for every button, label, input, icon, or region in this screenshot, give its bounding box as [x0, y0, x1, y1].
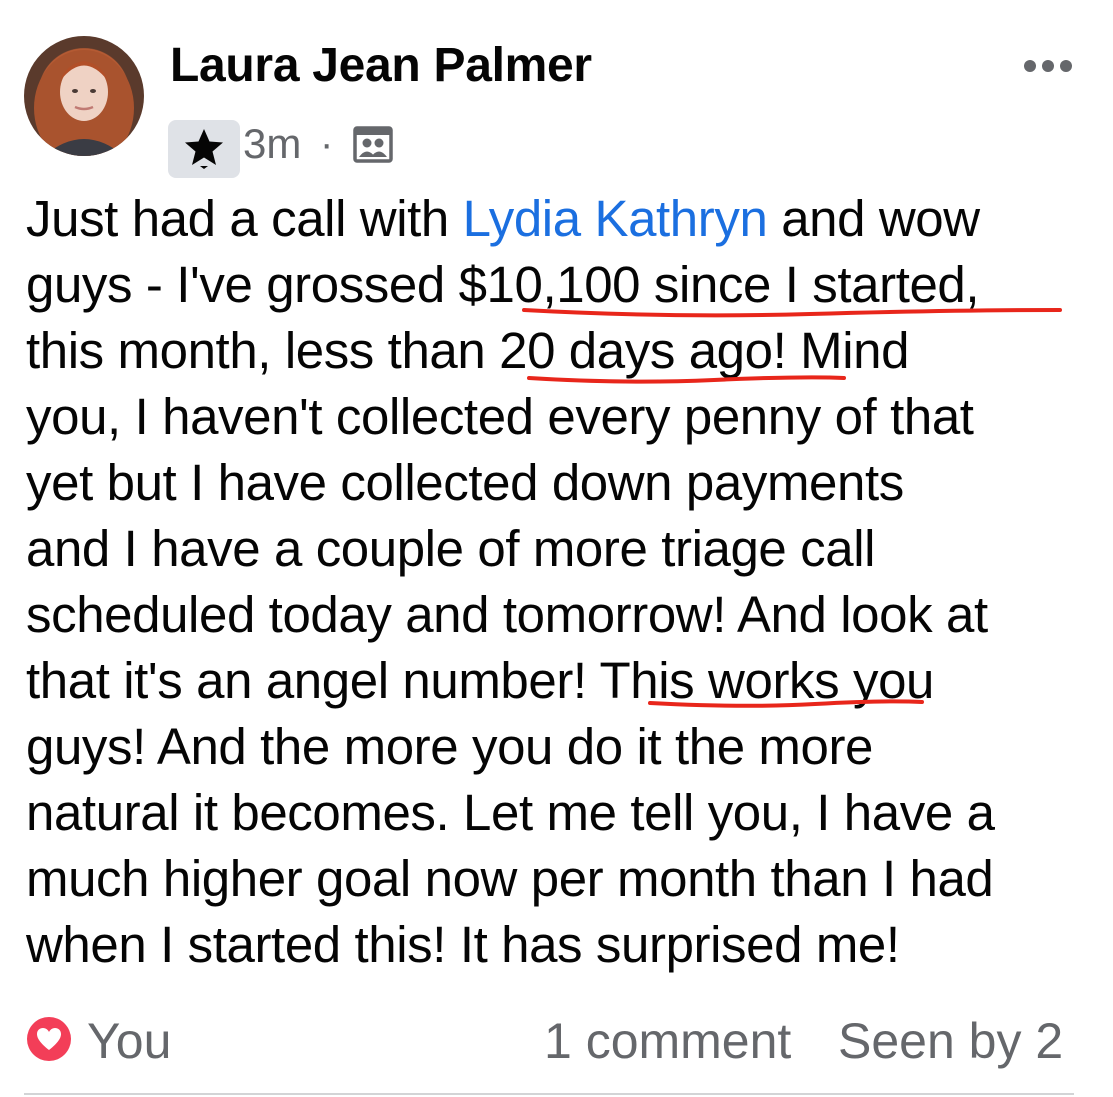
reactor-name: You — [87, 1013, 172, 1069]
post-line-7: scheduled today and tomorrow! And look a… — [26, 586, 988, 643]
post-line-2: guys - I've grossed $10,100 since I star… — [26, 256, 980, 313]
post-line-8: that it's an angel number! This works yo… — [26, 652, 935, 709]
post-line-9: guys! And the more you do it the more — [26, 718, 874, 775]
seen-by-count[interactable]: Seen by 2 — [838, 1012, 1063, 1070]
post-line-12: when I started this! It has surprised me… — [26, 916, 900, 973]
member-badge[interactable] — [168, 120, 240, 178]
post-line-3: this month, less than 20 days ago! Mind — [26, 322, 910, 379]
post-line-10: natural it becomes. Let me tell you, I h… — [26, 784, 995, 841]
post-timestamp[interactable]: 3m — [243, 120, 301, 168]
star-icon — [185, 129, 223, 169]
more-horizontal-icon[interactable] — [1022, 56, 1074, 76]
post-body: Just had a call with Lydia Kathryn and w… — [26, 186, 1091, 978]
facebook-post: Laura Jean Palmer 3m · Just had a call w… — [0, 0, 1113, 1097]
post-line-1: Just had a call with Lydia Kathryn and w… — [26, 186, 1091, 252]
post-line-6: and I have a couple of more triage call — [26, 520, 876, 577]
mention-link[interactable]: Lydia Kathryn — [463, 190, 768, 247]
love-reaction-icon — [27, 1017, 71, 1061]
author-name[interactable]: Laura Jean Palmer — [170, 38, 592, 93]
group-icon[interactable] — [353, 124, 393, 169]
avatar-portrait — [34, 50, 134, 156]
post-line-11: much higher goal now per month than I ha… — [26, 850, 994, 907]
post-line-5: yet but I have collected down payments — [26, 454, 904, 511]
post-text: Just had a call with — [26, 190, 463, 247]
author-avatar[interactable] — [24, 36, 144, 156]
divider — [24, 1093, 1074, 1095]
comment-count[interactable]: 1 comment — [544, 1012, 791, 1070]
separator-dot: · — [320, 122, 334, 166]
post-line-4: you, I haven't collected every penny of … — [26, 388, 974, 445]
post-text: and wow — [767, 190, 980, 247]
